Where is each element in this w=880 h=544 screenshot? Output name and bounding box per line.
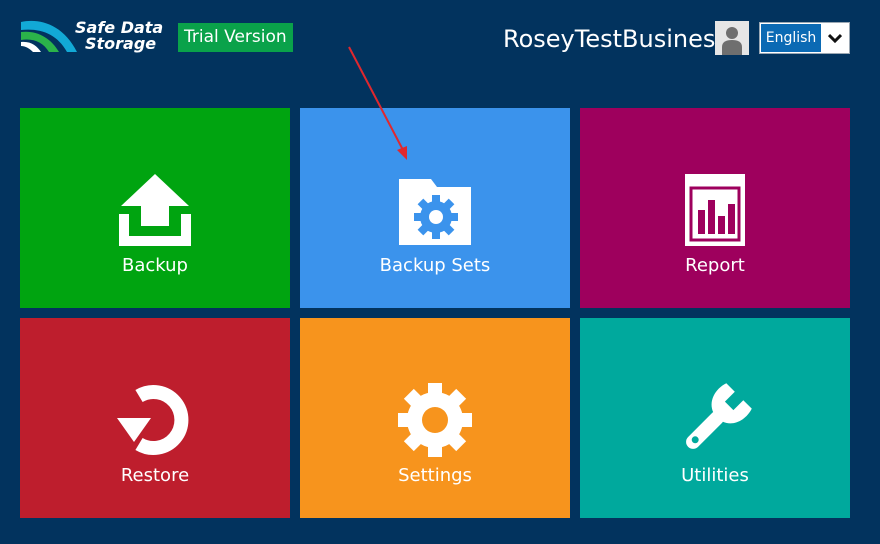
upload-icon (117, 172, 193, 248)
gear-icon (397, 382, 473, 458)
tile-restore[interactable]: Restore (20, 318, 290, 518)
user-avatar[interactable] (715, 21, 749, 55)
tile-backup[interactable]: Backup (20, 108, 290, 308)
tile-settings[interactable]: Settings (300, 318, 570, 518)
bar-chart-icon (677, 172, 753, 248)
account-name[interactable]: RoseyTestBusiness (503, 24, 728, 54)
tile-report[interactable]: Report (580, 108, 850, 308)
language-dropdown-toggle[interactable] (821, 23, 849, 53)
tile-backup-sets[interactable]: Backup Sets (300, 108, 570, 308)
brand-name-line2: Storage (85, 34, 157, 53)
user-silhouette-icon (715, 21, 749, 55)
trial-version-badge: Trial Version (178, 23, 293, 52)
chevron-down-icon (828, 33, 842, 43)
restore-icon (117, 382, 193, 458)
brand-logo: Safe Data Storage (19, 18, 163, 58)
logo-swoosh-icon (21, 20, 77, 52)
tile-utilities-label: Utilities (681, 465, 749, 486)
tile-restore-label: Restore (120, 465, 190, 486)
tile-utilities[interactable]: Utilities (580, 318, 850, 518)
tile-backup-sets-label: Backup Sets (379, 255, 491, 276)
tile-backup-label: Backup (122, 255, 188, 276)
tile-report-label: Report (685, 255, 745, 276)
folder-gear-icon (397, 172, 473, 248)
tile-settings-label: Settings (398, 465, 472, 486)
brand-name: Safe Data Storage (75, 20, 163, 52)
language-selected-value: English (761, 24, 821, 52)
wrench-icon (677, 382, 753, 458)
language-select[interactable]: English (759, 22, 850, 54)
